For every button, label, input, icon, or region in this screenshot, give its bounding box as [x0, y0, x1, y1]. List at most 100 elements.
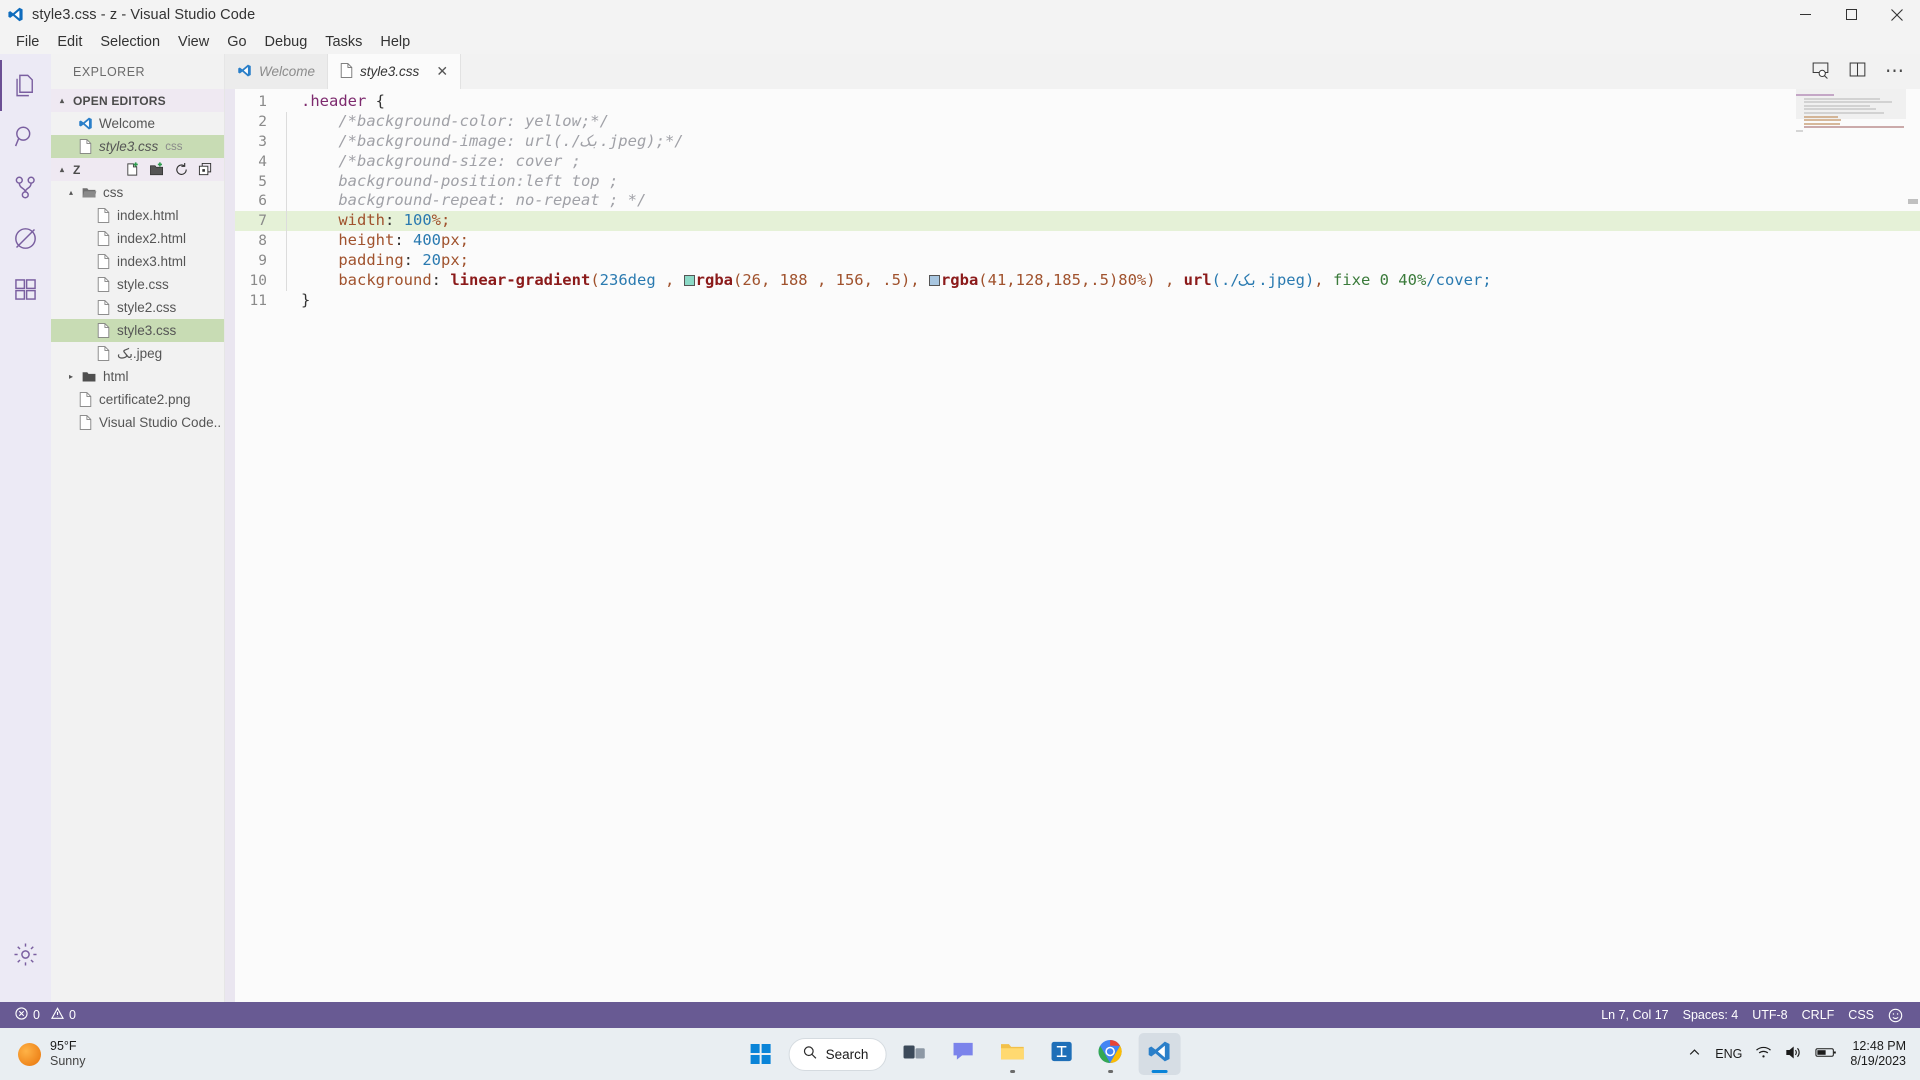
start-button[interactable] [740, 1033, 782, 1075]
google-chrome-button[interactable] [1089, 1033, 1131, 1075]
microsoft-store-icon [1049, 1040, 1073, 1068]
menu-view[interactable]: View [169, 31, 218, 53]
css-colon: : [394, 231, 413, 250]
tree-item-.jpeg[interactable]: بک.jpeg [51, 342, 224, 365]
activity-search[interactable] [0, 111, 51, 162]
chevron-down-icon[interactable]: ▴ [69, 188, 78, 197]
css-colon: : [385, 211, 404, 230]
menu-tasks[interactable]: Tasks [316, 31, 371, 53]
microsoft-store-button[interactable] [1040, 1033, 1082, 1075]
weather-text: 95°F Sunny [50, 1039, 85, 1069]
open-editor-style3[interactable]: style3.css css [51, 135, 224, 158]
code-viewport[interactable]: 1 .header {2 /*background-color: yellow;*… [235, 89, 1920, 1002]
editor-body[interactable]: 1 .header {2 /*background-color: yellow;*… [225, 89, 1920, 1002]
menu-edit[interactable]: Edit [48, 31, 91, 53]
language-indicator[interactable]: ENG [1715, 1047, 1742, 1061]
tree-item-html[interactable]: ▸ html [51, 365, 224, 388]
css-sep: , [655, 271, 684, 290]
new-folder-icon[interactable] [149, 162, 165, 177]
css-position: fixe 0 40% [1332, 271, 1427, 290]
refresh-icon[interactable] [174, 162, 189, 177]
cursor-position[interactable]: Ln 7, Col 17 [1594, 1002, 1675, 1028]
vscode-taskbar-button[interactable] [1138, 1033, 1181, 1075]
editor-tabs: Welcome style3.css ✕ ⋯ [225, 54, 1920, 89]
tree-item-label: بک.jpeg [117, 345, 163, 361]
task-view-button[interactable] [893, 1033, 935, 1075]
line-number: 5 [258, 173, 267, 190]
tree-item-css[interactable]: ▴ css [51, 181, 224, 204]
css-selector: .header [301, 92, 367, 110]
minimize-button[interactable] [1782, 0, 1828, 29]
code-line: 1 .header { [235, 92, 1920, 112]
tree-item-style.css[interactable]: style.css [51, 273, 224, 296]
taskbar-search-label: Search [825, 1046, 869, 1062]
editor-scrollbar[interactable] [1906, 89, 1920, 1002]
taskbar-search[interactable]: Search [788, 1037, 887, 1071]
language-mode[interactable]: CSS [1841, 1002, 1881, 1028]
end-of-line[interactable]: CRLF [1795, 1002, 1842, 1028]
indentation[interactable]: Spaces: 4 [1676, 1002, 1746, 1028]
tab-style3-css[interactable]: style3.css ✕ [328, 54, 462, 89]
workbench: EXPLORER ▴ OPEN EDITORS Welcome style3.c… [0, 54, 1920, 1002]
activity-extensions[interactable] [0, 264, 51, 315]
color-swatch-1[interactable] [683, 275, 695, 287]
activity-explorer[interactable] [0, 60, 51, 111]
line-text: } [287, 291, 310, 311]
menu-go[interactable]: Go [218, 31, 255, 53]
css-function: rgba [940, 271, 979, 290]
split-editor-icon[interactable] [1848, 60, 1867, 84]
weather-widget[interactable]: 95°F Sunny [0, 1039, 85, 1069]
taskbar-clock[interactable]: 12:48 PM 8/19/2023 [1850, 1039, 1906, 1069]
more-actions-icon[interactable]: ⋯ [1885, 62, 1904, 81]
tab-welcome[interactable]: Welcome [225, 54, 329, 89]
tree-item-index3.html[interactable]: index3.html [51, 250, 224, 273]
tree-item-style3.css[interactable]: style3.css [51, 319, 224, 342]
folder-section-header[interactable]: ▴ Z [51, 158, 224, 181]
menu-debug[interactable]: Debug [256, 31, 317, 53]
chat-teams-button[interactable] [942, 1033, 984, 1075]
collapse-all-icon[interactable] [198, 162, 213, 177]
open-editor-meta: css [165, 140, 183, 153]
open-editors-header[interactable]: ▴ OPEN EDITORS [51, 89, 224, 112]
close-button[interactable] [1874, 0, 1920, 29]
battery-icon[interactable] [1815, 1046, 1837, 1062]
volume-icon[interactable] [1785, 1045, 1802, 1063]
wifi-icon[interactable] [1755, 1045, 1772, 1063]
tree-item-style2.css[interactable]: style2.css [51, 296, 224, 319]
close-icon[interactable]: ✕ [436, 63, 448, 80]
line-text: /*background-image: url(./بک.jpeg);*/ [287, 132, 683, 152]
chevron-right-icon[interactable]: ▸ [69, 372, 78, 381]
encoding[interactable]: UTF-8 [1745, 1002, 1794, 1028]
activity-manage[interactable] [0, 929, 51, 980]
color-swatch-2[interactable] [928, 275, 940, 287]
tree-item-index.html[interactable]: index.html [51, 204, 224, 227]
css-value: 400 [413, 231, 441, 250]
css-unit: px; [441, 251, 469, 270]
search-icon [803, 1045, 818, 1063]
menu-help[interactable]: Help [371, 31, 419, 53]
activity-source-control[interactable] [0, 162, 51, 213]
code-line: 4 /*background-size: cover ; [235, 151, 1920, 172]
activity-run-debug[interactable] [0, 213, 51, 264]
css-comment: background-position:left top ; [338, 171, 619, 190]
smiley-icon[interactable] [1881, 1002, 1910, 1028]
maximize-button[interactable] [1828, 0, 1874, 29]
tree-item-index2.html[interactable]: index2.html [51, 227, 224, 250]
tree-item-certificate2.png[interactable]: certificate2.png [51, 388, 224, 411]
file-explorer-button[interactable] [991, 1033, 1033, 1075]
menu-selection[interactable]: Selection [91, 31, 169, 53]
code-line: 2 /*background-color: yellow;*/ [235, 111, 1920, 132]
new-file-icon[interactable] [125, 162, 140, 177]
code-content[interactable]: 1 .header {2 /*background-color: yellow;*… [235, 89, 1920, 311]
open-editor-welcome[interactable]: Welcome [51, 112, 224, 135]
activity-bar [0, 54, 51, 1002]
chevron-up-icon[interactable] [1687, 1045, 1702, 1063]
problems-status[interactable]: 0 0 [8, 1002, 83, 1028]
css-unit: px; [441, 231, 469, 250]
tree-item-visualstudiocode..[interactable]: Visual Studio Code.. [51, 411, 224, 434]
file-tree: ▴ css index.html index2.html index3.html styl… [51, 181, 224, 434]
menu-file[interactable]: File [7, 31, 48, 53]
code-line: 3 /*background-image: url(./بک.jpeg);*/ [235, 131, 1920, 152]
open-preview-icon[interactable] [1811, 60, 1830, 84]
line-number: 3 [258, 133, 267, 150]
